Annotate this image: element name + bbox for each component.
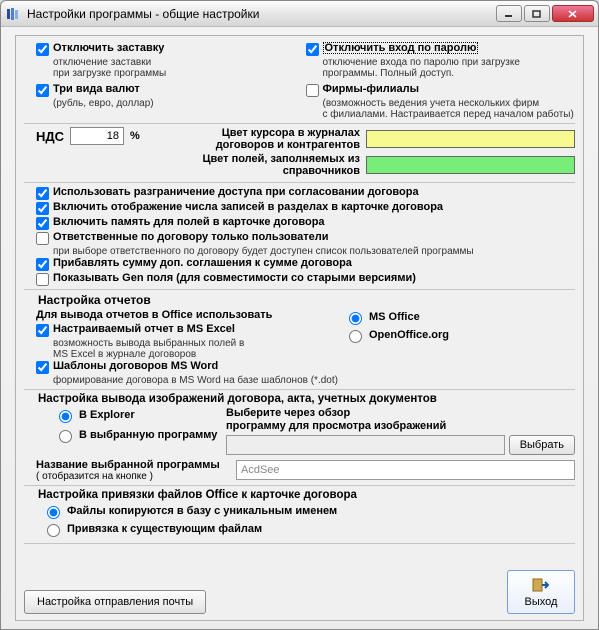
disable-splash-checkbox[interactable] [36, 43, 49, 56]
minimize-button[interactable] [496, 5, 522, 22]
explorer-label: В Explorer [79, 409, 135, 421]
responsible-users-label: Ответственные по договору только пользов… [53, 231, 329, 243]
excel-custom-sub: возможность вывода выбранных полей в MS … [53, 338, 338, 360]
reports-title: Настройка отчетов [38, 293, 575, 307]
copy-unique-radio[interactable] [47, 506, 60, 519]
vat-label: НДС [36, 129, 64, 144]
program-radio[interactable] [59, 430, 72, 443]
word-templates-sub: формирование договора в MS Word на базе … [53, 375, 338, 386]
content-panel: Отключить заставку отключение заставки п… [15, 35, 584, 621]
choose-program-label: Выберите через обзор программу для просм… [226, 407, 575, 432]
vat-input[interactable] [70, 127, 124, 145]
show-counts-label: Включить отображение числа записей в раз… [53, 201, 443, 213]
settings-window: Настройки программы - общие настройки От… [0, 0, 599, 630]
branches-checkbox[interactable] [306, 84, 319, 97]
disable-password-sub: отключение входа по паролю при загрузке … [323, 57, 576, 79]
responsible-users-sub: при выборе ответственного по договору бу… [53, 246, 575, 257]
window-buttons [496, 5, 594, 22]
fields-color-swatch[interactable] [366, 156, 575, 174]
excel-custom-label: Настраиваемый отчет в MS Excel [53, 323, 235, 335]
three-currencies-label: Три вида валют [53, 83, 140, 95]
link-existing-label: Привязка к существующим файлам [67, 523, 262, 535]
app-icon [5, 6, 21, 22]
disable-password-checkbox[interactable] [306, 43, 319, 56]
access-control-checkbox[interactable] [36, 187, 49, 200]
maximize-button[interactable] [524, 5, 550, 22]
link-existing-radio[interactable] [47, 524, 60, 537]
percent-label: % [130, 130, 140, 142]
excel-custom-checkbox[interactable] [36, 324, 49, 337]
word-templates-checkbox[interactable] [36, 361, 49, 374]
disable-password-label: Отключить вход по паролю [323, 42, 479, 54]
exit-icon [532, 577, 550, 596]
attach-title: Настройка привязки файлов Office к карто… [38, 489, 575, 501]
word-templates-label: Шаблоны договоров MS Word [53, 360, 218, 372]
disable-splash-sub: отключение заставки при загрузке програм… [53, 57, 306, 79]
titlebar: Настройки программы - общие настройки [1, 1, 598, 27]
field-memory-label: Включить память для полей в карточке дог… [53, 216, 325, 228]
cursor-color-label: Цвет курсора в журналах договоров и конт… [176, 127, 366, 151]
three-currencies-checkbox[interactable] [36, 84, 49, 97]
add-agreement-sum-label: Прибавлять сумму доп. соглашения к сумме… [53, 257, 352, 269]
chosen-program-input[interactable] [236, 460, 575, 480]
window-title: Настройки программы - общие настройки [27, 7, 496, 21]
field-memory-checkbox[interactable] [36, 217, 49, 230]
close-button[interactable] [552, 5, 594, 22]
show-counts-checkbox[interactable] [36, 202, 49, 215]
mail-settings-button[interactable]: Настройка отправления почты [24, 590, 206, 614]
branches-sub: (возможность ведения учета нескольких фи… [323, 98, 576, 120]
chosen-program-sub: ( отобразится на кнопке ) [36, 471, 236, 482]
three-currencies-sub: (рубль, евро, доллар) [53, 98, 306, 109]
images-title: Настройка вывода изображений договора, а… [38, 393, 575, 405]
add-agreement-sum-checkbox[interactable] [36, 258, 49, 271]
exit-button[interactable]: Выход [507, 570, 575, 614]
copy-unique-label: Файлы копируются в базу с уникальным име… [67, 505, 337, 517]
fields-color-label: Цвет полей, заполняемых из справочников [176, 153, 366, 177]
browse-button[interactable]: Выбрать [509, 435, 575, 455]
branches-label: Фирмы-филиалы [323, 83, 420, 95]
openoffice-label: OpenOffice.org [369, 329, 449, 341]
disable-splash-label: Отключить заставку [53, 42, 164, 54]
ms-office-label: MS Office [369, 311, 420, 323]
responsible-users-checkbox[interactable] [36, 232, 49, 245]
openoffice-radio[interactable] [349, 330, 362, 343]
ms-office-radio[interactable] [349, 312, 362, 325]
chosen-program-title: Название выбранной программы [36, 459, 236, 471]
show-gen-fields-label: Показывать Gen поля (для совместимости с… [53, 272, 416, 284]
exit-label: Выход [525, 596, 558, 608]
show-gen-fields-checkbox[interactable] [36, 273, 49, 286]
explorer-radio[interactable] [59, 410, 72, 423]
office-output-label: Для вывода отчетов в Office использовать [36, 309, 338, 321]
cursor-color-swatch[interactable] [366, 130, 575, 148]
program-label: В выбранную программу [79, 429, 217, 441]
program-path-input[interactable] [226, 435, 505, 455]
access-control-label: Использовать разграничение доступа при с… [53, 186, 419, 198]
